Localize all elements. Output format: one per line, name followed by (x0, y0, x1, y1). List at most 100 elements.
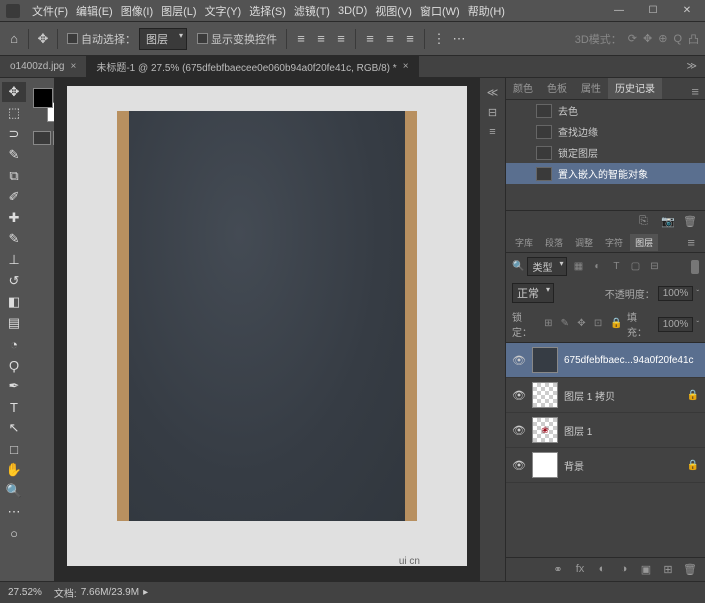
stamp-tool[interactable]: ⊥ (2, 250, 26, 270)
canvas-document[interactable] (67, 86, 467, 566)
filter-type-icon[interactable]: T (608, 260, 624, 274)
move-tool-icon[interactable]: ✥ (35, 31, 51, 47)
home-icon[interactable]: ⌂ (6, 31, 22, 47)
auto-select-checkbox[interactable] (67, 33, 78, 44)
move-tool[interactable]: ✥ (2, 82, 26, 102)
show-transform-checkbox[interactable] (197, 33, 208, 44)
zoom-tool[interactable]: 🔍 (2, 481, 26, 501)
layer-row[interactable]: 👁 图层 1 拷贝 🔒 (506, 378, 705, 413)
delete-layer-icon[interactable]: 🗑 (683, 563, 697, 576)
menu-view[interactable]: 视图(V) (371, 3, 416, 19)
align-center-icon[interactable]: ≡ (313, 31, 329, 47)
menu-filter[interactable]: 滤镜(T) (290, 3, 334, 19)
menu-window[interactable]: 窗口(W) (416, 3, 464, 19)
orbit-icon[interactable]: ⟳ (628, 32, 637, 45)
fill-value[interactable]: 100% (658, 317, 694, 332)
status-chevron-icon[interactable]: ▸ (143, 587, 148, 598)
lasso-tool[interactable]: ⊃ (2, 124, 26, 144)
tab-color[interactable]: 颜色 (506, 78, 540, 99)
filter-pixel-icon[interactable]: ▦ (570, 260, 586, 274)
healing-tool[interactable]: ✚ (2, 208, 26, 228)
visibility-icon[interactable]: 👁 (512, 424, 526, 437)
close-icon[interactable]: × (403, 61, 409, 72)
tab-glyphs[interactable]: 字库 (510, 234, 538, 251)
tab-history[interactable]: 历史记录 (608, 78, 662, 99)
align-left-icon[interactable]: ≡ (293, 31, 309, 47)
tab-properties[interactable]: 属性 (574, 78, 608, 99)
align-right-icon[interactable]: ≡ (333, 31, 349, 47)
menu-file[interactable]: 文件(F) (28, 3, 72, 19)
close-button[interactable]: ✕ (675, 4, 699, 18)
strip-expand-icon[interactable]: ≪ (484, 84, 502, 100)
panel-menu-icon[interactable]: ≡ (685, 84, 705, 99)
history-brush-tool[interactable]: ↺ (2, 271, 26, 291)
layer-fx-icon[interactable]: fx (573, 563, 587, 576)
lock-pixels-icon[interactable]: ✎ (561, 318, 575, 330)
layer-row[interactable]: 👁 ❀ 图层 1 (506, 413, 705, 448)
strip-icon-1[interactable]: ⊟ (484, 104, 502, 120)
layer-thumbnail[interactable] (532, 382, 558, 408)
align-bottom-icon[interactable]: ≡ (402, 31, 418, 47)
menu-3d[interactable]: 3D(D) (334, 5, 371, 17)
layer-mask-icon[interactable]: ◐ (595, 563, 609, 576)
filter-adjust-icon[interactable]: ◐ (589, 260, 605, 274)
zoom-level[interactable]: 27.52% (8, 587, 42, 598)
visibility-icon[interactable]: 👁 (512, 389, 526, 402)
lock-transparent-icon[interactable]: ⊞ (544, 318, 558, 330)
dodge-tool[interactable]: Ϙ (2, 355, 26, 375)
tab-character[interactable]: 字符 (600, 234, 628, 251)
menu-edit[interactable]: 编辑(E) (72, 3, 117, 19)
blend-mode-dropdown[interactable]: 正常 (512, 283, 554, 303)
layer-name[interactable]: 背景 (564, 458, 681, 473)
visibility-icon[interactable]: 👁 (512, 459, 526, 472)
tab-paragraph[interactable]: 段落 (540, 234, 568, 251)
pen-tool[interactable]: ✒ (2, 376, 26, 396)
layer-row[interactable]: 👁 背景 🔒 (506, 448, 705, 483)
maximize-button[interactable]: ☐ (641, 4, 665, 18)
search-icon[interactable]: Q (673, 33, 682, 45)
new-layer-icon[interactable]: ⊞ (661, 563, 675, 576)
layer-name[interactable]: 图层 1 拷贝 (564, 388, 681, 403)
menu-type[interactable]: 文字(Y) (201, 3, 246, 19)
menu-select[interactable]: 选择(S) (245, 3, 290, 19)
share-icon[interactable]: 凸 (688, 31, 699, 47)
distribute-icon[interactable]: ⋮ (431, 31, 447, 47)
trash-icon[interactable]: 🗑 (683, 215, 697, 229)
filter-toggle[interactable] (691, 260, 699, 274)
quick-select-tool[interactable]: ✎ (2, 145, 26, 165)
canvas-area[interactable]: ui cn (54, 78, 480, 581)
history-item[interactable]: 查找边缘 (506, 121, 705, 142)
layer-thumbnail[interactable] (532, 452, 558, 478)
crop-tool[interactable]: ⧉ (2, 166, 26, 186)
foreground-color[interactable] (33, 88, 53, 108)
history-item[interactable]: 锁定图层 (506, 142, 705, 163)
marquee-tool[interactable]: ⬚ (2, 103, 26, 123)
brush-tool[interactable]: ✎ (2, 229, 26, 249)
history-item[interactable]: 置入嵌入的智能对象 (506, 163, 705, 184)
menu-help[interactable]: 帮助(H) (464, 3, 509, 19)
filter-shape-icon[interactable]: ▢ (627, 260, 643, 274)
layer-name[interactable]: 675dfebfbaec...94a0f20fe41c (564, 355, 699, 366)
tab-swatch[interactable]: 色板 (540, 78, 574, 99)
filter-kind-dropdown[interactable]: 类型 (527, 257, 567, 276)
menu-layer[interactable]: 图层(L) (157, 3, 200, 19)
standard-mode[interactable] (33, 131, 51, 145)
zoom-icon[interactable]: ⊕ (658, 32, 667, 45)
pan-icon[interactable]: ✥ (643, 32, 652, 45)
blur-tool[interactable]: ◔ (2, 334, 26, 354)
link-layers-icon[interactable]: ⚭ (551, 563, 565, 576)
panel-menu-icon[interactable]: ≡ (681, 235, 701, 250)
opacity-value[interactable]: 100% (658, 286, 694, 301)
align-top-icon[interactable]: ≡ (362, 31, 378, 47)
new-snapshot-icon[interactable]: ⎘ (639, 215, 653, 229)
visibility-icon[interactable]: 👁 (512, 354, 526, 367)
hand-tool[interactable]: ✋ (2, 460, 26, 480)
edit-toolbar[interactable]: ⋯ (2, 502, 26, 522)
gradient-tool[interactable]: ▤ (2, 313, 26, 333)
layer-thumbnail[interactable] (532, 347, 558, 373)
tab-layers[interactable]: 图层 (630, 234, 658, 251)
eraser-tool[interactable]: ◧ (2, 292, 26, 312)
tab-overflow-icon[interactable]: ≫ (679, 61, 705, 72)
filter-smart-icon[interactable]: ⊟ (646, 260, 662, 274)
filter-search-icon[interactable]: 🔍 (512, 261, 524, 272)
